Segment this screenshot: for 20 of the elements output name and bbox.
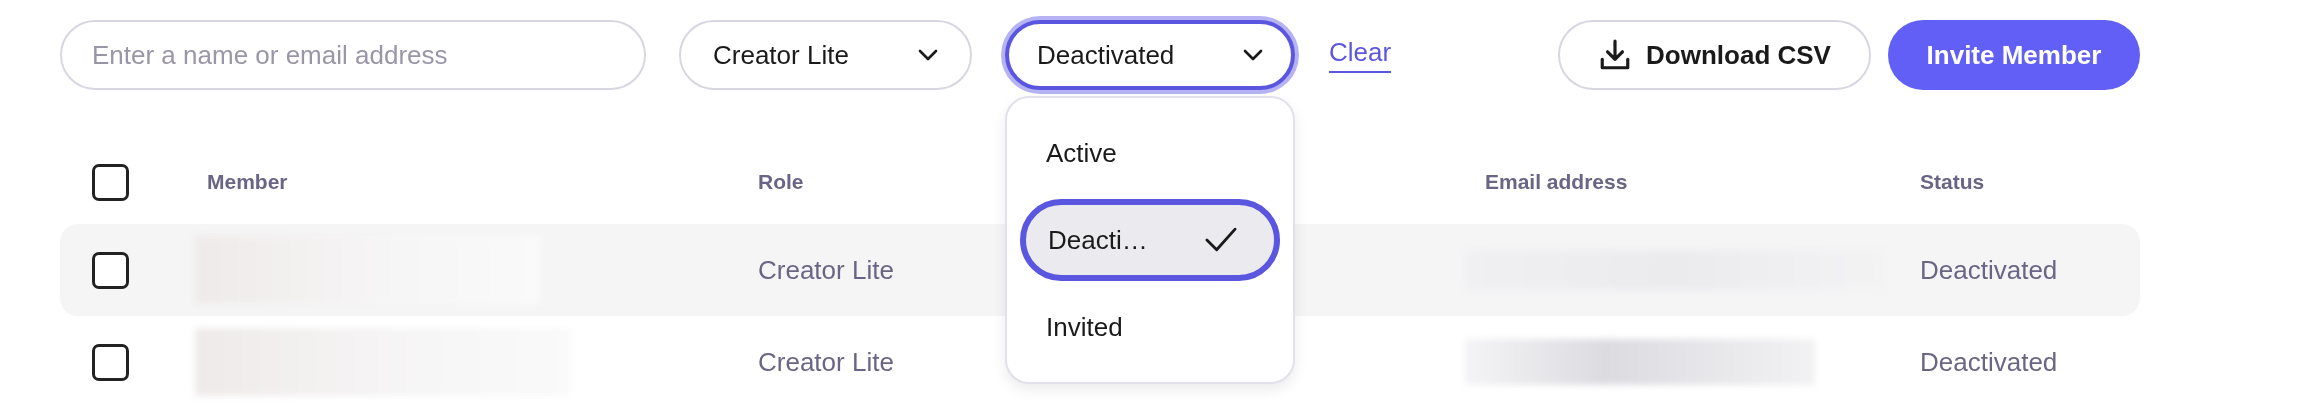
table-cell: Deactivated — [1920, 346, 2058, 378]
search-field[interactable]: Enter a name or email address — [60, 20, 646, 90]
table-cell: Deactivated — [1920, 254, 2058, 286]
checkbox[interactable] — [92, 343, 129, 381]
table-cell: Creator Lite — [758, 254, 894, 286]
column-header: Email address — [1485, 170, 1629, 194]
filter-dropdown[interactable]: Creator Lite — [679, 20, 972, 90]
table-cell: Creator Lite — [758, 346, 894, 378]
menu-option[interactable]: Deacti… — [1020, 199, 1280, 281]
column-header: Member — [207, 170, 289, 194]
action-button[interactable]: Download CSV — [1558, 20, 1871, 90]
menu-option[interactable]: Invited — [1020, 286, 1280, 368]
menu-option[interactable]: Active — [1020, 112, 1280, 194]
column-header: Role — [758, 170, 805, 194]
checkbox[interactable] — [92, 251, 129, 289]
action-button[interactable]: Invite Member — [1888, 20, 2140, 90]
column-header: Status — [1920, 170, 1986, 194]
check-icon — [1204, 227, 1238, 253]
checkbox[interactable] — [92, 163, 129, 201]
clear-link[interactable]: Clear — [1329, 37, 1392, 73]
